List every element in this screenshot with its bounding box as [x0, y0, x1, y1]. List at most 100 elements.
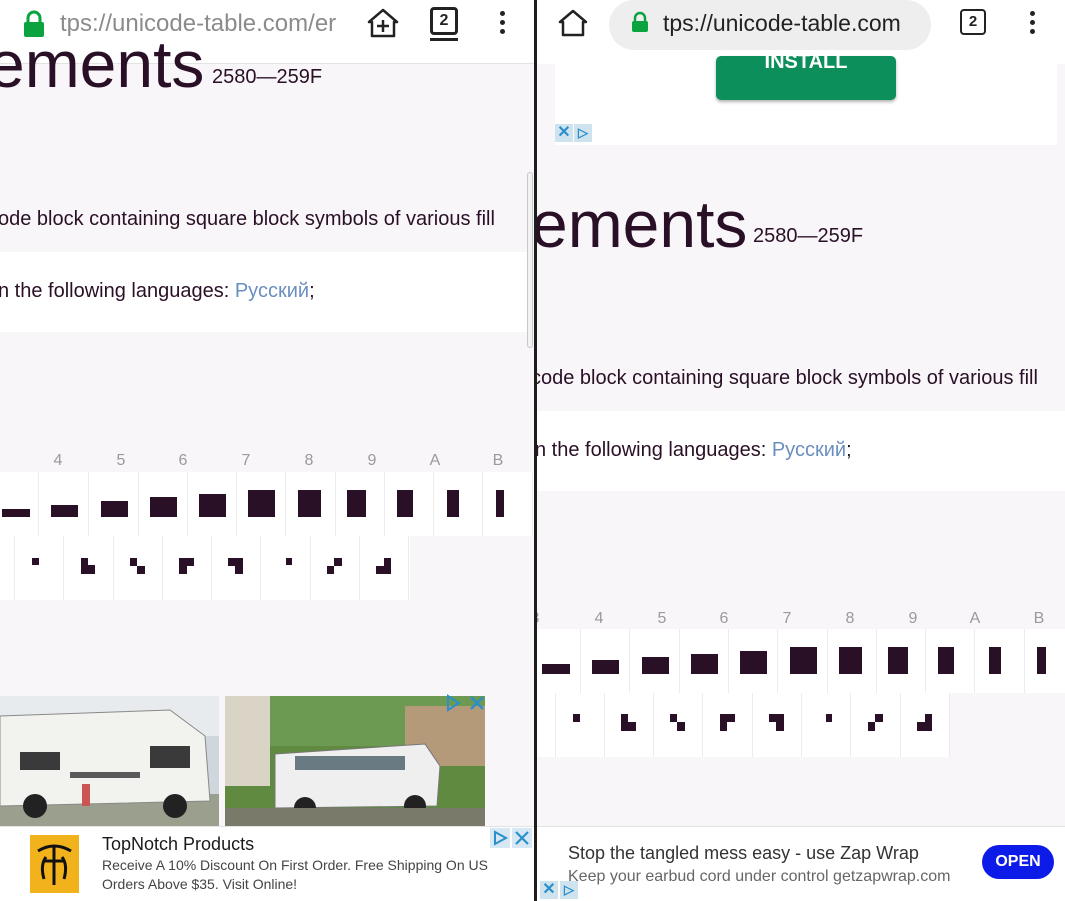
ad-text: Receive A 10% Discount On First Order. F…: [102, 857, 488, 892]
character-cell[interactable]: [729, 629, 778, 693]
character-cell[interactable]: [114, 536, 163, 600]
character-cell[interactable]: [287, 472, 336, 536]
column-header: 5: [116, 452, 126, 469]
character-cell[interactable]: [976, 629, 1025, 693]
column-header: 9: [908, 610, 918, 627]
character-cell[interactable]: [753, 693, 802, 757]
languages-bar: n the following languages: Русский;: [0, 252, 528, 332]
bottom-ad-banner[interactable]: TopNotch Products Receive A 10% Discount…: [0, 826, 534, 901]
language-link-russian[interactable]: Русский: [772, 439, 846, 461]
block-range: 2580—259F: [753, 225, 864, 247]
column-header: B: [492, 452, 504, 469]
right-browser-pane: tps://unicode-table.com 2 INSTALL ✕ ▷ em…: [537, 0, 1065, 901]
column-header: A: [429, 452, 441, 469]
character-cell[interactable]: [311, 536, 360, 600]
column-header: 3: [537, 610, 545, 628]
ad-text: Keep your earbud cord under control getz…: [568, 868, 951, 885]
tab-switcher-button[interactable]: 2: [430, 7, 458, 35]
character-row: [537, 693, 950, 757]
adchoices-icon[interactable]: [444, 694, 462, 717]
block-range: 2580—259F: [212, 66, 323, 88]
url-text: tps://unicode-table.com: [663, 10, 901, 36]
character-cell[interactable]: [360, 536, 409, 600]
character-cell[interactable]: [212, 536, 261, 600]
install-button[interactable]: INSTALL: [716, 52, 896, 100]
languages-suffix: ;: [309, 280, 315, 302]
character-cell[interactable]: [852, 693, 901, 757]
character-row: [0, 536, 410, 600]
character-cell[interactable]: [802, 693, 851, 757]
column-header: 9: [367, 452, 377, 469]
home-icon[interactable]: [557, 7, 589, 44]
character-cell[interactable]: [581, 629, 630, 693]
adchoices-icon[interactable]: ▷: [574, 124, 592, 142]
block-description: code block containing square block symbo…: [537, 367, 1038, 389]
character-cell[interactable]: [336, 472, 385, 536]
column-header: 6: [178, 452, 188, 469]
left-browser-pane: tps://unicode-table.com/er 2 ements 2580…: [0, 0, 534, 901]
character-cell[interactable]: [385, 472, 434, 536]
character-cell[interactable]: [139, 472, 188, 536]
character-cell[interactable]: [1025, 629, 1065, 693]
character-cell[interactable]: [90, 472, 139, 536]
ad-close-icon[interactable]: [512, 828, 532, 853]
ad-image-rv[interactable]: [0, 696, 219, 826]
ad-close-icon[interactable]: ✕: [540, 881, 558, 899]
character-cell[interactable]: [926, 629, 975, 693]
ad-title: TopNotch Products: [102, 834, 255, 854]
character-cell[interactable]: [163, 536, 212, 600]
character-cell[interactable]: [484, 472, 533, 536]
bottom-ad-banner[interactable]: Stop the tangled mess easy - use Zap Wra…: [537, 826, 1065, 901]
character-cell[interactable]: [779, 629, 828, 693]
block-title: ements: [537, 187, 748, 261]
character-cell[interactable]: [40, 472, 89, 536]
character-row: [0, 472, 534, 536]
open-button[interactable]: OPEN: [982, 845, 1054, 879]
ad-close-icon[interactable]: [468, 694, 486, 717]
scrollbar-thumb[interactable]: [527, 172, 533, 348]
block-description: ode block containing square block symbol…: [0, 208, 495, 230]
character-cell[interactable]: [65, 536, 114, 600]
ad-title: Stop the tangled mess easy - use Zap Wra…: [568, 843, 919, 863]
character-cell[interactable]: [654, 693, 703, 757]
character-cell[interactable]: [237, 472, 286, 536]
character-cell[interactable]: [631, 629, 680, 693]
languages-suffix: ;: [846, 439, 852, 461]
character-cell[interactable]: [680, 629, 729, 693]
character-cell[interactable]: [262, 536, 311, 600]
languages-text: n the following languages: Русский;: [537, 439, 852, 462]
character-cell[interactable]: [704, 693, 753, 757]
top-ad-banner[interactable]: INSTALL ✕ ▷: [555, 52, 1057, 145]
character-cell[interactable]: [828, 629, 877, 693]
column-header: 4: [53, 452, 63, 469]
character-cell[interactable]: [537, 629, 581, 693]
topnotch-logo-icon: [30, 835, 79, 898]
column-header: 6: [719, 610, 729, 627]
overflow-menu-icon[interactable]: [500, 11, 506, 38]
lock-icon: [631, 11, 649, 38]
character-cell[interactable]: [605, 693, 654, 757]
character-cell[interactable]: [188, 472, 237, 536]
tab-switcher-button[interactable]: 2: [960, 9, 986, 35]
character-cell[interactable]: [15, 536, 64, 600]
adchoices-icon[interactable]: ▷: [560, 881, 578, 899]
languages-prefix: n the following languages:: [537, 439, 772, 461]
character-cell[interactable]: [434, 472, 483, 536]
languages-prefix: n the following languages:: [0, 280, 235, 302]
ad-close-icon[interactable]: ✕: [555, 124, 573, 142]
languages-text: n the following languages: Русский;: [0, 280, 315, 303]
column-header: 7: [782, 610, 792, 627]
address-bar[interactable]: tps://unicode-table.com: [609, 0, 931, 50]
adchoices-icon[interactable]: [490, 828, 510, 853]
character-cell[interactable]: [556, 693, 605, 757]
character-cell[interactable]: [901, 693, 950, 757]
character-cell[interactable]: [537, 693, 556, 757]
column-header: 5: [657, 610, 667, 627]
add-to-home-icon[interactable]: [366, 6, 400, 45]
character-cell[interactable]: [0, 536, 15, 600]
character-cell[interactable]: [877, 629, 926, 693]
overflow-menu-icon[interactable]: [1030, 11, 1036, 38]
column-header: 8: [845, 610, 855, 627]
language-link-russian[interactable]: Русский: [235, 280, 309, 302]
character-cell[interactable]: [0, 472, 39, 536]
